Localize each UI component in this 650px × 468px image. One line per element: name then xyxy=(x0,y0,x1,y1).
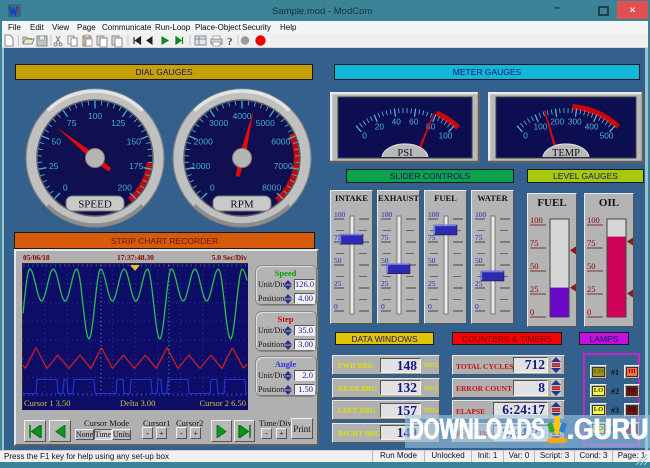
svg-text:20: 20 xyxy=(375,121,385,131)
svg-text:400: 400 xyxy=(585,121,599,131)
svg-text:100: 100 xyxy=(530,215,543,225)
svg-text:Cursor 2 6.50: Cursor 2 6.50 xyxy=(199,398,246,408)
svg-text:0: 0 xyxy=(334,302,338,311)
svg-text:60: 60 xyxy=(409,117,419,127)
svg-text:3000: 3000 xyxy=(209,118,228,128)
svg-text:75: 75 xyxy=(530,238,539,248)
svg-text:100: 100 xyxy=(475,210,487,219)
svg-text:50: 50 xyxy=(530,261,539,271)
svg-text:100: 100 xyxy=(587,215,600,225)
svg-text:500: 500 xyxy=(600,131,614,141)
svg-text:100: 100 xyxy=(533,121,547,131)
svg-text:0: 0 xyxy=(362,131,367,141)
svg-text:0: 0 xyxy=(210,183,215,193)
svg-text:125: 125 xyxy=(111,118,126,128)
svg-text:175: 175 xyxy=(129,161,144,171)
svg-text:40: 40 xyxy=(392,117,402,127)
svg-text:50: 50 xyxy=(334,256,342,265)
svg-text:50: 50 xyxy=(51,137,61,147)
svg-text:7000: 7000 xyxy=(274,161,293,171)
svg-text:8000: 8000 xyxy=(262,183,281,193)
svg-text:75: 75 xyxy=(381,233,389,242)
svg-text:0: 0 xyxy=(587,307,591,317)
svg-text:0: 0 xyxy=(530,307,534,317)
svg-text:50: 50 xyxy=(428,256,436,265)
svg-text:Delta 3.00: Delta 3.00 xyxy=(120,398,155,408)
svg-text:50: 50 xyxy=(587,261,596,271)
svg-text:25: 25 xyxy=(530,284,539,294)
svg-text:100: 100 xyxy=(428,210,440,219)
svg-text:50: 50 xyxy=(475,256,483,265)
svg-text:100: 100 xyxy=(334,210,346,219)
svg-text:300: 300 xyxy=(568,117,582,127)
svg-text:200: 200 xyxy=(550,117,564,127)
svg-text:100: 100 xyxy=(439,131,453,141)
svg-text:75: 75 xyxy=(587,238,596,248)
svg-text:6000: 6000 xyxy=(271,137,290,147)
svg-text:150: 150 xyxy=(127,137,142,147)
svg-text:2000: 2000 xyxy=(194,137,213,147)
svg-text:Cursor 1 3.50: Cursor 1 3.50 xyxy=(24,398,71,408)
svg-text:RPM: RPM xyxy=(230,199,253,211)
svg-text:0: 0 xyxy=(523,131,528,141)
svg-text:?: ? xyxy=(227,36,233,48)
svg-text:100: 100 xyxy=(88,111,103,121)
svg-text:25: 25 xyxy=(381,279,389,288)
svg-text:25: 25 xyxy=(334,279,342,288)
svg-text:75: 75 xyxy=(475,233,483,242)
svg-text:75: 75 xyxy=(67,118,77,128)
svg-text:0: 0 xyxy=(475,302,479,311)
svg-text:0: 0 xyxy=(63,183,68,193)
svg-text:5000: 5000 xyxy=(256,118,275,128)
svg-text:SPEED: SPEED xyxy=(78,199,112,211)
svg-text:0: 0 xyxy=(381,302,385,311)
svg-text:1000: 1000 xyxy=(191,161,210,171)
svg-text:4000: 4000 xyxy=(232,111,251,121)
svg-text:25: 25 xyxy=(428,279,436,288)
svg-text:25: 25 xyxy=(49,161,59,171)
svg-text:0: 0 xyxy=(428,302,432,311)
svg-text:200: 200 xyxy=(118,183,133,193)
svg-text:100: 100 xyxy=(381,210,393,219)
svg-text:25: 25 xyxy=(587,284,596,294)
